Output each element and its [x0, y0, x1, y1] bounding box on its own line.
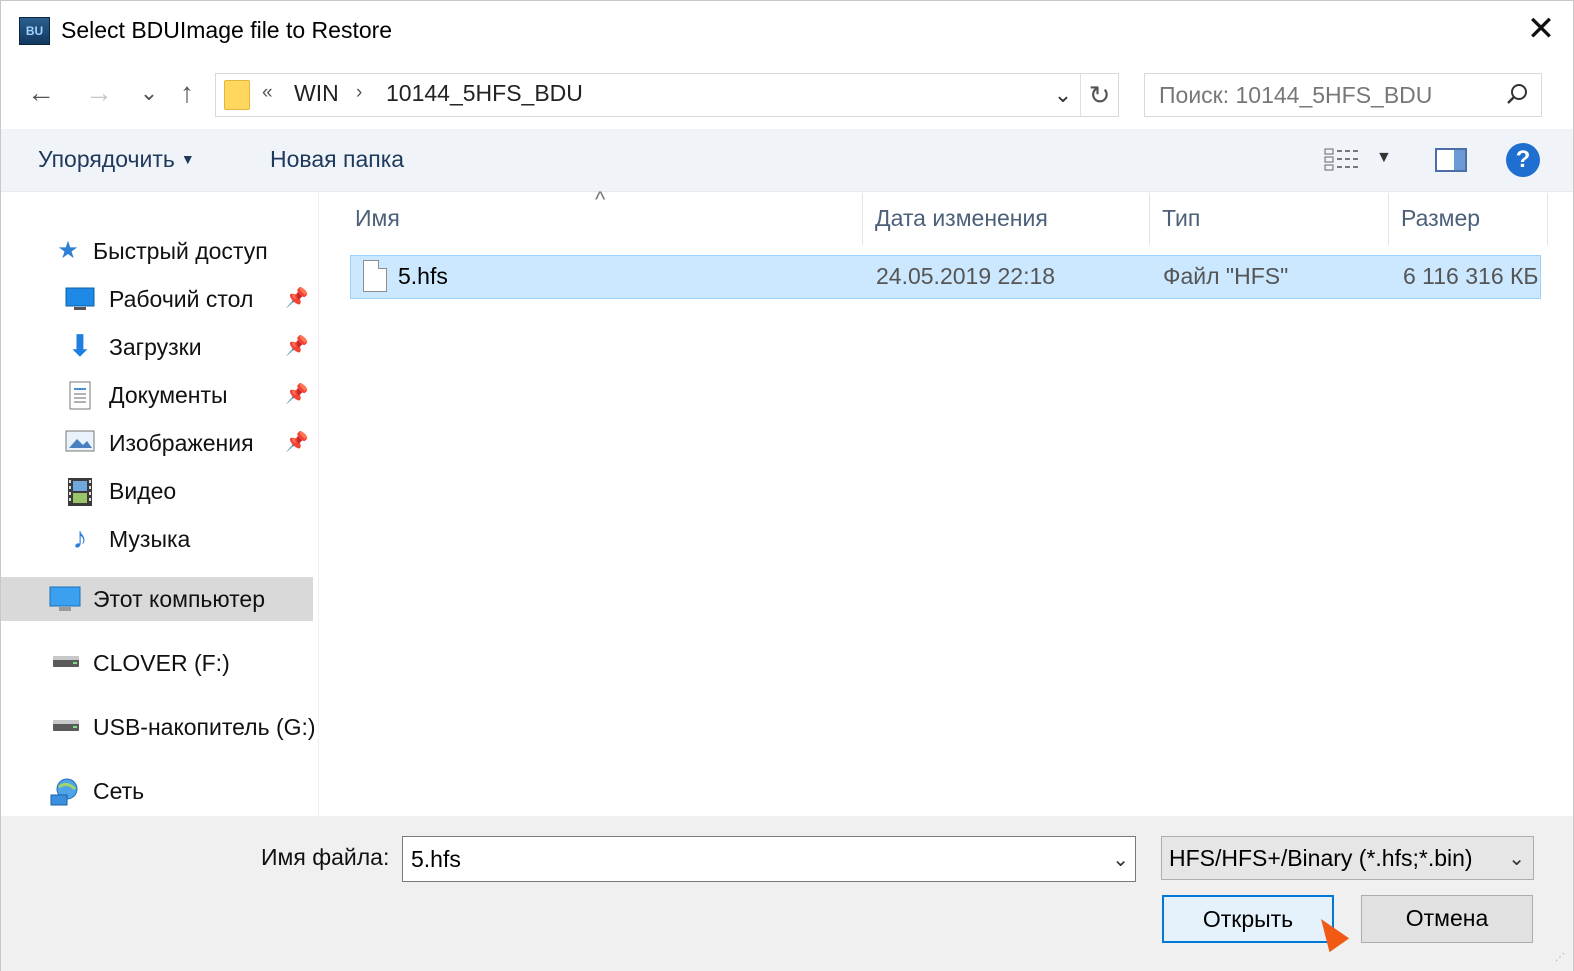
address-dropdown-icon[interactable]: ⌄	[1046, 74, 1080, 116]
breadcrumb-separator[interactable]: ›	[356, 82, 362, 104]
music-icon: ♪	[72, 522, 88, 555]
sidebar-item-downloads[interactable]: ⬇ Загрузки 📌	[1, 325, 319, 369]
new-folder-button[interactable]: Новая папка	[270, 146, 404, 173]
file-size: 6 116 316 КБ	[1403, 263, 1539, 289]
download-icon: ⬇	[67, 330, 93, 363]
recent-locations-chevron-icon[interactable]: ⌄	[129, 71, 169, 115]
filename-value[interactable]: 5.hfs	[411, 846, 461, 873]
search-input[interactable]: Поиск: 10144_5HFS_BDU	[1159, 82, 1432, 109]
pictures-icon	[65, 429, 95, 457]
sidebar-item-pictures[interactable]: Изображения 📌	[1, 421, 319, 465]
drive-icon	[51, 649, 81, 677]
pin-icon[interactable]: 📌	[285, 430, 309, 454]
file-name: 5.hfs	[398, 263, 448, 289]
sidebar-item-label: Рабочий стол	[109, 286, 254, 312]
filetype-select[interactable]: HFS/HFS+/Binary (*.hfs;*.bin) ⌄	[1161, 836, 1534, 880]
sidebar-item-desktop[interactable]: Рабочий стол 📌	[1, 277, 319, 321]
dialog-title: Select BDUImage file to Restore	[61, 17, 393, 43]
file-icon	[363, 260, 387, 292]
column-header-size[interactable]: Размер	[1401, 205, 1480, 232]
search-icon[interactable]	[1505, 82, 1529, 113]
sidebar-item-label: Изображения	[109, 430, 254, 456]
sidebar-item-label: CLOVER (F:)	[93, 650, 230, 676]
pin-icon[interactable]: 📌	[285, 286, 309, 310]
sidebar-item-label: Музыка	[109, 526, 191, 552]
organize-label: Упорядочить	[38, 146, 175, 172]
drive-icon	[51, 713, 81, 741]
navigation-bar: ← → ⌄ ↑ « WIN › 10144_5HFS_BDU ⌄ ↻ Поиск…	[1, 63, 1573, 129]
column-divider[interactable]	[1388, 193, 1389, 245]
network-icon	[49, 777, 79, 806]
navigation-pane: ★ Быстрый доступ Рабочий стол 📌 ⬇ Загруз…	[1, 193, 319, 816]
filename-label: Имя файла:	[261, 844, 390, 870]
sidebar-item-label: Быстрый доступ	[93, 238, 268, 264]
file-date: 24.05.2019 22:18	[876, 263, 1056, 289]
app-icon: BU	[19, 17, 50, 45]
sidebar-item-label: Видео	[109, 478, 177, 504]
sidebar-item-quick-access[interactable]: ★ Быстрый доступ	[1, 229, 319, 273]
open-button[interactable]: Открыть	[1162, 895, 1334, 943]
file-type: Файл "HFS"	[1163, 263, 1289, 289]
sidebar-item-usb-drive[interactable]: USB-накопитель (G:)	[1, 705, 319, 749]
breadcrumb-overflow[interactable]: «	[262, 82, 273, 104]
column-header-type[interactable]: Тип	[1162, 205, 1200, 232]
sidebar-item-label: Документы	[109, 382, 228, 408]
resize-grip-icon[interactable]: ⋰	[1555, 953, 1569, 968]
view-options-icon[interactable]	[1324, 147, 1360, 173]
chevron-down-icon[interactable]: ⌄	[1508, 846, 1525, 871]
back-icon[interactable]: ←	[21, 71, 61, 115]
up-folder-icon[interactable]: ↑	[167, 71, 207, 115]
table-row[interactable]: 5.hfs 24.05.2019 22:18 Файл "HFS" 6 116 …	[350, 255, 1541, 299]
filename-field[interactable]: 5.hfs ⌄	[402, 836, 1136, 882]
sidebar-item-network[interactable]: Сеть	[1, 769, 319, 813]
desktop-icon	[65, 285, 95, 313]
computer-icon	[49, 585, 81, 613]
sidebar-item-clover-drive[interactable]: CLOVER (F:)	[1, 641, 319, 685]
column-header-name[interactable]: Имя	[355, 205, 400, 232]
column-divider[interactable]	[1149, 193, 1150, 245]
close-button[interactable]: ✕	[1517, 9, 1565, 53]
document-icon	[65, 381, 95, 410]
sidebar-item-documents[interactable]: Документы 📌	[1, 373, 319, 417]
breadcrumb-current-folder[interactable]: 10144_5HFS_BDU	[386, 80, 583, 107]
sort-ascending-icon: ^	[595, 187, 606, 212]
chevron-down-icon[interactable]: ⌄	[1112, 847, 1129, 872]
sidebar-item-music[interactable]: ♪ Музыка	[1, 517, 319, 561]
preview-pane-icon[interactable]	[1435, 148, 1467, 172]
video-icon	[65, 477, 95, 506]
column-divider[interactable]	[862, 193, 863, 245]
forward-icon[interactable]: →	[79, 71, 119, 115]
cancel-button[interactable]: Отмена	[1361, 895, 1533, 943]
sidebar-item-this-pc[interactable]: Этот компьютер	[1, 577, 313, 621]
search-box[interactable]: Поиск: 10144_5HFS_BDU	[1144, 73, 1542, 117]
refresh-icon[interactable]: ↻	[1080, 74, 1118, 116]
footer: Имя файла: 5.hfs ⌄ HFS/HFS+/Binary (*.hf…	[1, 816, 1573, 971]
view-dropdown-icon[interactable]: ▼	[1376, 149, 1392, 167]
sidebar-item-label: Этот компьютер	[93, 586, 265, 612]
sidebar-item-label: USB-накопитель (G:)	[93, 714, 316, 740]
folder-icon	[224, 80, 250, 110]
breadcrumb-win[interactable]: WIN	[294, 80, 339, 107]
filetype-value: HFS/HFS+/Binary (*.hfs;*.bin)	[1169, 845, 1473, 871]
title-bar: BU Select BDUImage file to Restore ✕	[1, 1, 1573, 63]
sidebar-item-label: Загрузки	[109, 334, 202, 360]
column-header-date[interactable]: Дата изменения	[875, 205, 1048, 232]
star-icon: ★	[57, 237, 79, 264]
pin-icon[interactable]: 📌	[285, 382, 309, 406]
sidebar-item-video[interactable]: Видео	[1, 469, 319, 513]
dropdown-arrow-icon: ▼	[180, 151, 195, 167]
pin-icon[interactable]: 📌	[285, 334, 309, 358]
sidebar-item-label: Сеть	[93, 778, 145, 804]
command-bar: Упорядочить ▼ Новая папка ▼ ?	[1, 129, 1573, 192]
file-open-dialog: BU Select BDUImage file to Restore ✕ ← →…	[0, 0, 1574, 971]
file-list: ^ Имя Дата изменения Тип Размер 5.hfs 24…	[319, 187, 1573, 816]
column-divider[interactable]	[1547, 193, 1548, 245]
organize-menu[interactable]: Упорядочить ▼	[38, 146, 195, 173]
help-icon[interactable]: ?	[1506, 143, 1540, 177]
address-bar[interactable]: « WIN › 10144_5HFS_BDU ⌄ ↻	[215, 73, 1119, 117]
